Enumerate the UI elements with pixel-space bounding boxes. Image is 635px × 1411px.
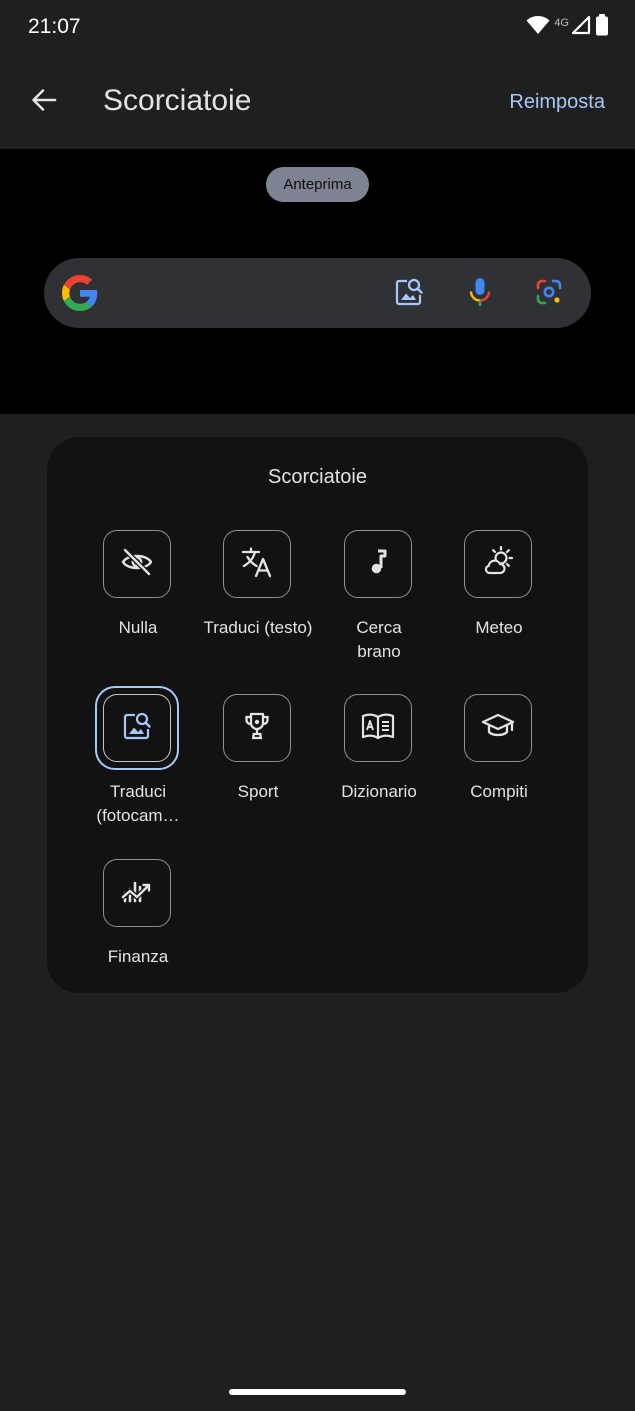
back-button[interactable] [22, 80, 66, 124]
status-bar: 21:07 4G [0, 0, 635, 56]
home-indicator[interactable] [229, 1389, 406, 1395]
shortcut-label: Traduci (testo) [203, 618, 313, 637]
shortcut-label: Traduci (fotocam… [96, 782, 180, 825]
shortcut-tile[interactable] [103, 530, 171, 598]
school-icon [481, 711, 515, 746]
shortcut-label: Compiti [470, 782, 528, 801]
image-search-icon [121, 710, 153, 747]
preview-chip: Anteprima [266, 167, 369, 202]
shortcut-label: Meteo [475, 618, 523, 637]
shortcut-label: Nulla [118, 618, 158, 637]
finance-icon [120, 875, 154, 912]
translate-icon [240, 545, 274, 584]
shortcut-tile[interactable] [223, 530, 291, 598]
network-label: 4G [554, 16, 569, 29]
lens-icon [534, 277, 564, 312]
music-note-icon [363, 547, 393, 582]
status-icons: 4G [526, 14, 609, 41]
shortcut-tile[interactable] [344, 530, 412, 598]
page-title: Scorciatoie [103, 84, 252, 117]
battery-icon [595, 14, 609, 41]
google-logo [62, 275, 98, 316]
weather-icon [480, 544, 516, 585]
wifi-icon [526, 15, 550, 40]
panel-title: Scorciatoie [268, 466, 367, 488]
trophy-icon [241, 710, 273, 747]
eye-off-icon [120, 545, 154, 584]
signal-icon [571, 15, 591, 40]
shortcut-tile[interactable] [103, 859, 171, 927]
shortcut-tile[interactable] [103, 694, 171, 762]
arrow-back-icon [31, 87, 57, 118]
shortcut-tile[interactable] [223, 694, 291, 762]
dictionary-icon [360, 710, 396, 747]
shortcut-tile[interactable] [344, 694, 412, 762]
mic-icon [465, 276, 495, 313]
shortcut-label: Finanza [107, 947, 169, 966]
status-time: 21:07 [28, 15, 81, 38]
shortcuts-panel: Scorciatoie Nulla Traduci (testo) Cerca … [47, 437, 588, 993]
preview-area: Anteprima [0, 149, 635, 414]
shortcut-tile[interactable] [464, 530, 532, 598]
app-bar: Scorciatoie Reimposta [0, 56, 635, 149]
search-bar-preview [44, 258, 591, 328]
reset-button[interactable]: Reimposta [509, 91, 605, 114]
image-search-icon [393, 276, 425, 313]
shortcut-label: Cerca brano [356, 618, 402, 661]
shortcut-tile[interactable] [464, 694, 532, 762]
